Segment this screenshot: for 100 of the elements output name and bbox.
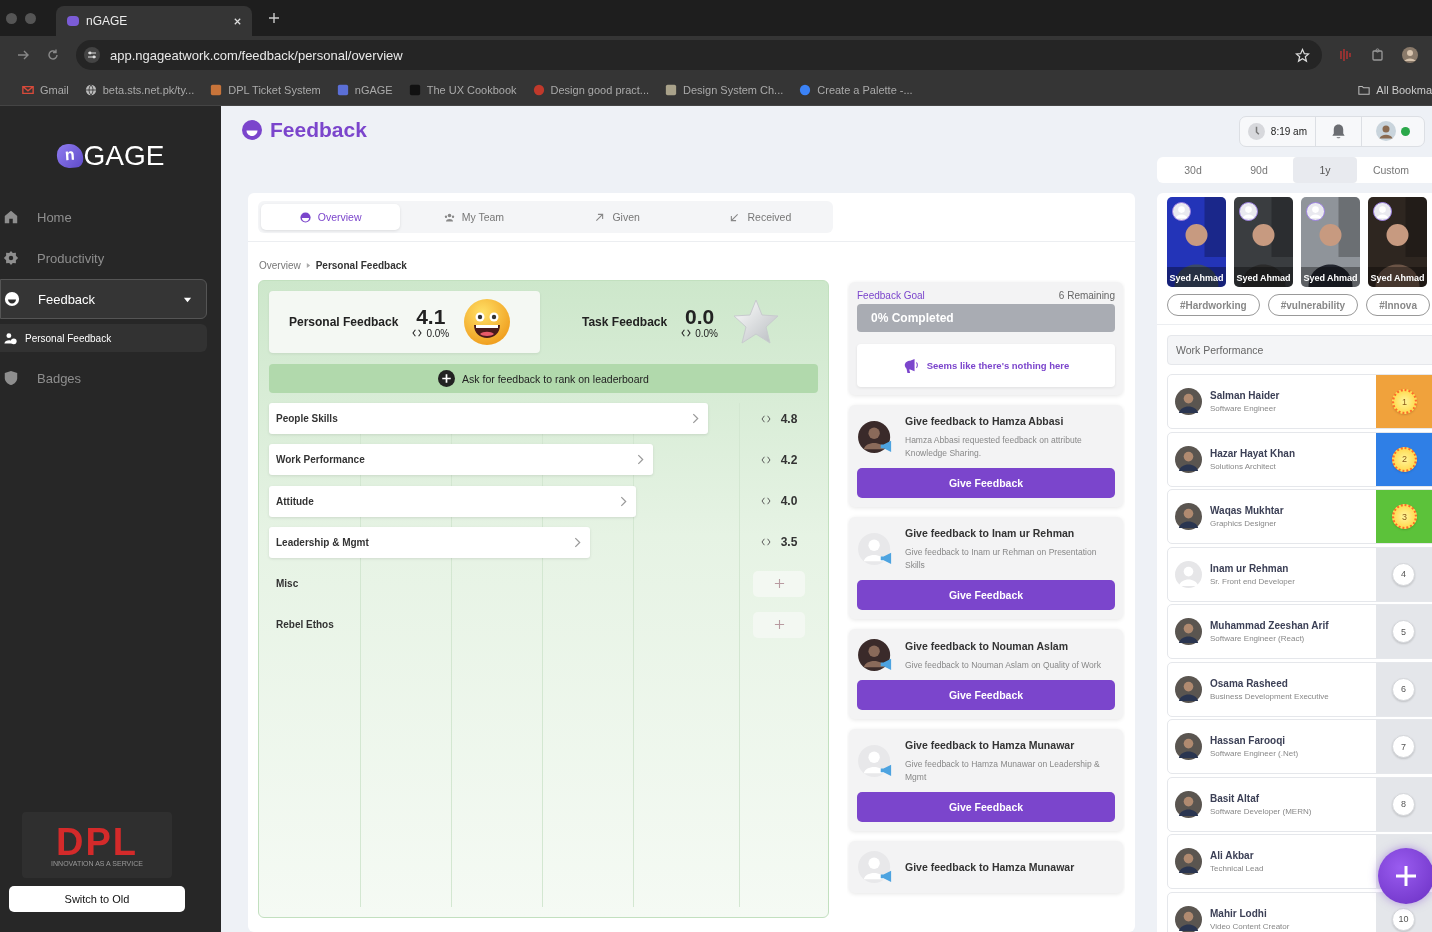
profile-avatar[interactable] [1402,47,1418,63]
request-description: Give feedback to Nouman Aslam on Quality of Work [905,658,1102,672]
give-feedback-button[interactable]: Give Feedback [857,468,1115,498]
person-name: Hassan Farooqi [1210,735,1287,746]
rank-badge: 3 [1392,504,1417,529]
leaderboard-row[interactable]: Hassan Farooqi Software Engineer (.Net) 7 [1167,719,1432,774]
give-feedback-button[interactable]: Give Feedback [857,792,1115,822]
bookmark-star-icon[interactable] [1295,47,1310,63]
puzzle-icon[interactable] [1370,47,1386,63]
rank-badge: 8 [1392,792,1415,816]
nav-item[interactable]: Productivity [0,238,207,278]
person-role: Sr. Front end Developer [1210,576,1296,586]
leaderboard-row[interactable]: Osama Rasheed Business Development Executive 6 [1167,661,1432,717]
category-dropdown[interactable]: Work Performance [1167,335,1432,365]
plus-icon [1394,864,1418,888]
smile-icon [4,291,20,307]
logo-badge: n [55,143,84,169]
leaderboard-row[interactable]: Basit Altaf Software Developer (MERN) 8 [1167,776,1432,832]
avatar [1175,790,1202,818]
request-title: Give feedback to Inam ur Rehman [905,526,1076,541]
window-control-icon[interactable] [25,12,36,24]
arrows-icon [412,329,423,337]
bookmark-link[interactable]: Create a Palette -... [799,83,913,96]
person-icon [4,331,17,345]
leaderboard-row[interactable]: Salman Haider Software Engineer 1 [1167,374,1432,429]
nav-subitem[interactable]: Personal Feedback [0,324,207,352]
summary-score: 4.1 [416,305,446,328]
app-icon [66,14,80,28]
summary-card[interactable]: Task Feedback 0.0 0.0% [540,291,811,353]
person-name: Inam ur Rehman [1210,562,1290,574]
shield-icon [3,370,19,386]
rank-badge: 2 [1392,446,1417,472]
arrows-icon [760,455,771,464]
bookmark-link[interactable]: Design System Ch... [665,83,784,96]
smiley-icon [299,211,311,223]
attribute-bar[interactable]: Work Performance [269,444,654,476]
leaderboard-row[interactable]: Muhammad Zeeshan Arif Software Engineer (React) 5 [1167,604,1432,659]
person-name: Basit Altaf [1210,792,1261,804]
avatar-placeholder [1306,202,1325,221]
browser-tab[interactable]: nGAGE [56,6,252,36]
ask-feedback-button[interactable]: Ask for feedback to rank on leaderboard [269,364,818,393]
period-tab[interactable]: 1y [1293,157,1357,183]
breadcrumb-link[interactable]: Overview [259,259,301,271]
switch-button[interactable]: Switch to Old [9,886,185,912]
period-tab[interactable]: 90d [1227,157,1291,183]
person-name: Muhammad Zeeshan Arif [1210,620,1330,631]
person-role: Video Content Creator [1210,921,1291,931]
site-settings-icon[interactable] [84,47,100,63]
tab[interactable]: Overview [261,204,401,230]
reload-icon[interactable] [46,48,60,62]
period-tab[interactable]: Custom [1359,157,1423,183]
nav-item[interactable]: Feedback [0,279,207,319]
rank-badge: 7 [1392,735,1415,758]
bookmark-link[interactable]: Design good pract... [532,83,649,96]
nav-item[interactable]: Badges [0,358,207,398]
leaderboard-row[interactable]: Hazar Hayat Khan Solutions Architect 2 [1167,431,1432,487]
breadcrumb-link[interactable]: Personal Feedback [315,259,407,271]
bookmark-link[interactable]: Gmail [22,83,69,96]
attribute-bar[interactable]: Attitude [269,485,636,517]
attribute-bar[interactable]: People Skills [269,403,709,434]
bookmark-link[interactable]: nGAGE [336,83,393,96]
leaderboard-row[interactable]: Inam ur Rehman Sr. Front end Developer 4 [1167,546,1432,602]
request-title: Give feedback to Hamza Munawar [905,859,1076,875]
avatar [1175,445,1202,473]
close-icon[interactable] [233,16,242,26]
address-field[interactable]: app.ngageatwork.com/feedback/personal/overview [76,40,1322,70]
summary-label: Personal Feedback [289,315,399,329]
video-author: Syed Ahmad [1302,273,1359,283]
leaderboard-row[interactable]: Waqas Mukhtar Graphics Designer 3 [1167,489,1432,544]
logo-text: GAGE [83,140,165,172]
nav-item[interactable]: Home [0,197,207,237]
window-control-icon[interactable] [6,12,17,24]
tab[interactable]: Given [547,204,687,230]
tab[interactable]: Received [690,204,830,230]
bookmark-link[interactable]: beta.sts.net.pk/ty... [84,83,195,96]
new-tab-icon[interactable] [268,12,280,24]
avatar [1175,388,1202,415]
summary-score: 0.0 [684,305,715,328]
attribute-bar[interactable]: Leadership & Mgmt [269,526,590,558]
rank-badge: 6 [1392,677,1415,701]
person-role: Graphics Designer [1210,519,1278,528]
bookmark-link[interactable]: DPL Ticket System [210,83,321,96]
plus-icon [773,619,785,631]
team-icon [443,211,455,223]
progress-label: 0% Completed [870,311,954,325]
tab[interactable]: My Team [404,204,544,230]
summary-change: 0.0% [695,327,718,339]
give-feedback-button[interactable]: Give Feedback [857,680,1115,710]
summary-label: Task Feedback [582,315,668,329]
home-icon [3,209,19,225]
rank-badge: 10 [1392,907,1415,931]
all-bookmarks-link[interactable]: All Bookma [1358,83,1432,96]
forward-icon[interactable] [16,48,30,62]
person-name: Osama Rasheed [1210,677,1289,689]
summary-card[interactable]: Personal Feedback 4.1 0.0% [269,291,540,353]
request-description: Give feedback to Inam ur Rehman on Presentation Skills [905,546,1098,572]
bookmark-link[interactable]: The UX Cookbook [408,83,517,96]
empty-message: Seems like there's nothing here [926,360,1070,371]
give-feedback-button[interactable]: Give Feedback [857,580,1115,610]
period-tab[interactable]: 30d [1161,157,1225,183]
